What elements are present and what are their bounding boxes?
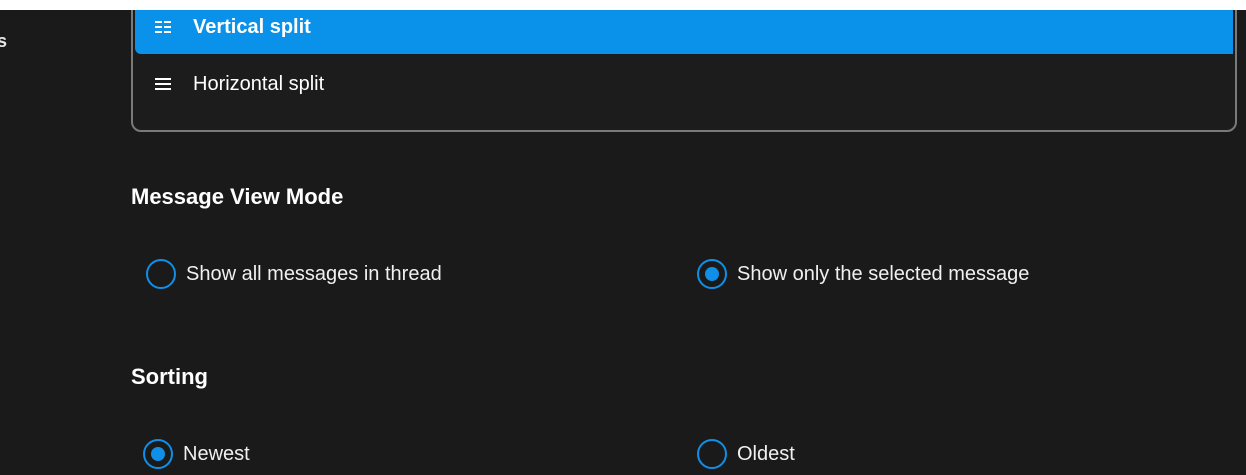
radio-label: Newest: [183, 442, 250, 465]
layout-option-label: Horizontal split: [193, 72, 325, 95]
radio-checked-icon[interactable]: [697, 259, 727, 289]
radio-show-selected-message[interactable]: Show only the selected message: [697, 259, 1029, 289]
settings-panel: s Vertical split Horizontal split Messag…: [0, 10, 1246, 475]
radio-sort-oldest[interactable]: Oldest: [697, 439, 795, 469]
radio-checked-icon[interactable]: [143, 439, 173, 469]
layout-option-horizontal-split[interactable]: Horizontal split: [135, 58, 1233, 110]
reading-pane-layout-list: Vertical split Horizontal split: [131, 10, 1237, 132]
radio-sort-newest[interactable]: Newest: [143, 439, 250, 469]
sidebar-label-fragment: s: [0, 31, 8, 51]
layout-option-vertical-split[interactable]: Vertical split: [135, 10, 1233, 54]
layout-option-label: Vertical split: [193, 15, 311, 38]
sorting-heading: Sorting: [131, 364, 208, 389]
radio-unchecked-icon[interactable]: [146, 259, 176, 289]
radio-unchecked-icon[interactable]: [697, 439, 727, 469]
radio-label: Oldest: [737, 442, 795, 465]
horizontal-split-icon: [155, 78, 171, 90]
vertical-split-icon: [155, 21, 171, 33]
message-view-mode-heading: Message View Mode: [131, 184, 344, 209]
radio-label: Show all messages in thread: [186, 262, 442, 285]
radio-show-all-messages[interactable]: Show all messages in thread: [146, 259, 442, 289]
radio-label: Show only the selected message: [737, 262, 1030, 285]
